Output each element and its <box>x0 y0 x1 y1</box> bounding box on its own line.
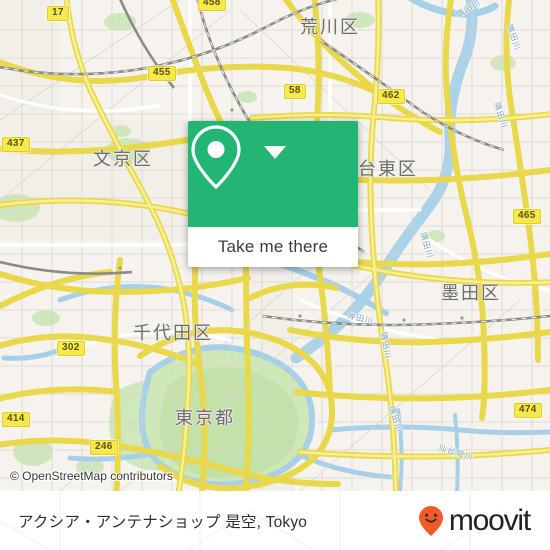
map-attribution: © OpenStreetMap contributors <box>10 469 173 483</box>
route-shield: 302 <box>57 341 85 356</box>
take-me-there-label: Take me there <box>217 237 329 256</box>
route-shield: 462 <box>377 89 405 104</box>
route-shield: 465 <box>513 209 541 224</box>
popup-action-bar[interactable]: Take me there <box>188 227 358 267</box>
route-shield: 414 <box>2 412 30 427</box>
route-shield: 437 <box>2 137 30 152</box>
location-pin-icon <box>191 125 241 189</box>
route-shield: 246 <box>90 440 118 455</box>
moovit-pin-icon <box>418 505 443 536</box>
popup-icon-area <box>188 121 358 227</box>
moovit-place-card: 荒川区 文京区 台東区 墨田区 千代田区 東京都 隅田川 隅田川 隅田川 隅田川… <box>0 0 550 550</box>
footer-content: アクシア・アンテナショップ 是空, Tokyo moovit <box>0 491 550 550</box>
popup-pointer-tail <box>264 146 286 159</box>
take-me-there-popup[interactable]: Take me there <box>188 121 358 267</box>
route-shield: 474 <box>514 403 542 418</box>
moovit-logo[interactable]: moovit <box>418 503 531 537</box>
moovit-wordmark: moovit <box>448 503 531 537</box>
footer-bar: アクシア・アンテナショップ 是空, Tokyo moovit <box>0 491 550 550</box>
route-shield: 455 <box>148 66 176 81</box>
route-shield: 458 <box>198 0 226 11</box>
route-shield: 58 <box>284 84 306 99</box>
place-name: アクシア・アンテナショップ 是空, Tokyo <box>18 513 308 531</box>
map-canvas[interactable]: 荒川区 文京区 台東区 墨田区 千代田区 東京都 隅田川 隅田川 隅田川 隅田川… <box>0 0 550 491</box>
route-shield: 17 <box>47 6 69 21</box>
